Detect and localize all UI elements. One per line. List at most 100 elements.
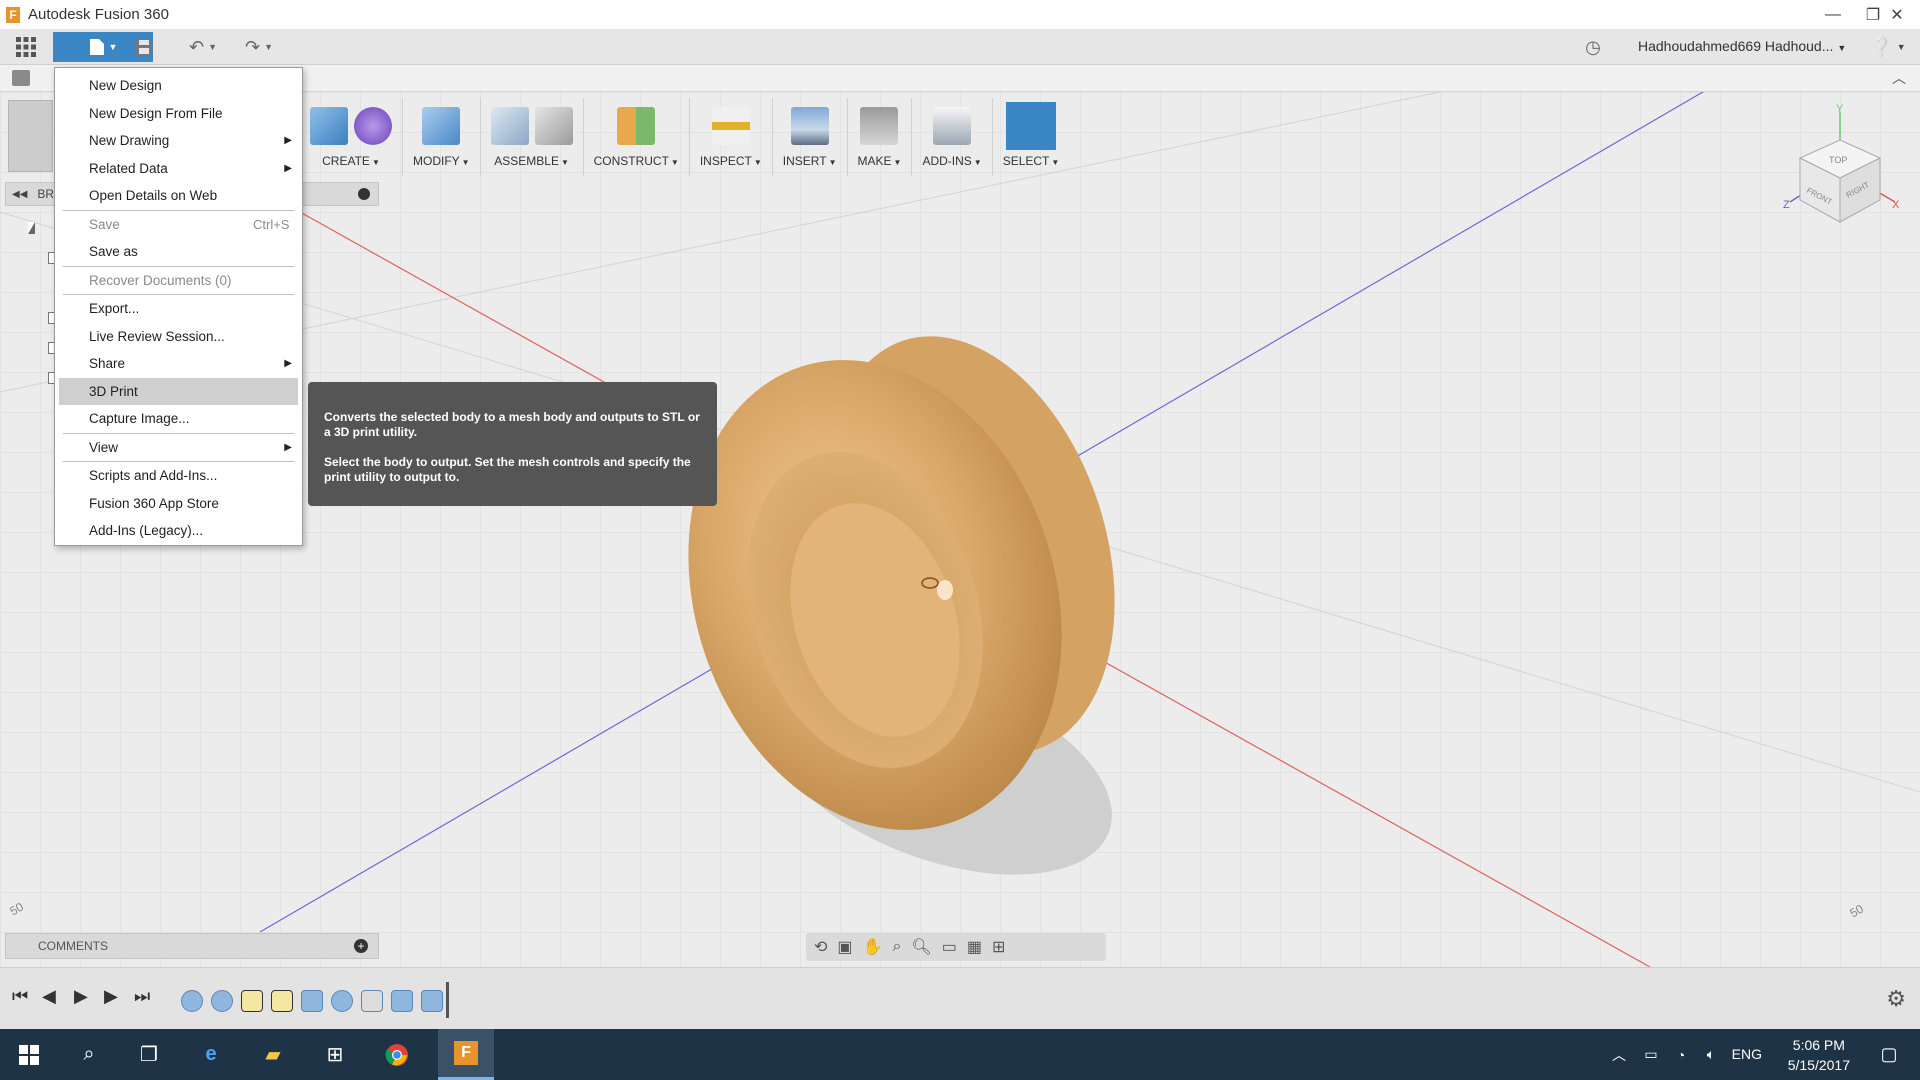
make-group[interactable]: MAKE ▼ — [848, 98, 913, 176]
save-icon[interactable] — [130, 32, 158, 62]
menu-item-recover-documents[interactable]: Recover Documents (0) — [59, 267, 298, 295]
form-icon[interactable] — [354, 107, 392, 145]
search-icon[interactable]: ⌕ — [64, 1029, 114, 1080]
undo-icon[interactable]: ↶ ▼ — [180, 32, 226, 62]
windows-start-icon[interactable] — [0, 1029, 58, 1080]
file-explorer-icon[interactable]: ▰ — [248, 1029, 298, 1080]
step-back-icon[interactable]: ◀ — [42, 986, 56, 1007]
job-status-clock-icon[interactable]: ◷ — [1578, 32, 1608, 62]
action-center-icon[interactable]: ▢ — [1864, 1029, 1914, 1080]
viewports-icon[interactable]: ⊞ — [992, 937, 1005, 957]
user-account-menu[interactable]: Hadhoudahmed669 Hadhoud... ▼ — [1638, 38, 1846, 54]
attached-canvas-icon[interactable] — [790, 107, 829, 145]
menu-item-related-data[interactable]: Related Data ▶ — [59, 155, 298, 183]
timeline-feature-icon[interactable] — [331, 990, 353, 1012]
fit-icon[interactable]: 🔍︎ — [911, 937, 931, 957]
task-view-icon[interactable]: ❐ — [124, 1029, 174, 1080]
inspect-group[interactable]: INSPECT ▼ — [690, 98, 773, 176]
timeline-feature-icon[interactable] — [211, 990, 233, 1012]
navigation-panel-stub[interactable] — [8, 100, 53, 172]
battery-icon[interactable]: ▭ — [1636, 1029, 1666, 1080]
menu-item-new-design-from-file[interactable]: New Design From File — [59, 100, 298, 128]
construct-group[interactable]: CONSTRUCT ▼ — [584, 98, 690, 176]
wifi-icon[interactable]: ◔ — [1666, 1029, 1696, 1080]
timeline-marker[interactable] — [446, 982, 449, 1018]
help-icon[interactable]: ❔ ▼ — [1868, 32, 1908, 62]
modify-group[interactable]: MODIFY ▼ — [403, 98, 481, 176]
menu-item-new-drawing[interactable]: New Drawing ▶ — [59, 127, 298, 155]
scripts-addins-icon[interactable] — [933, 107, 972, 145]
wooden-ring-body[interactable] — [640, 300, 1160, 940]
display-settings-icon[interactable]: ▭ — [942, 937, 957, 957]
volume-icon[interactable]: 🔈︎ — [1696, 1029, 1726, 1080]
measure-icon[interactable] — [711, 107, 750, 145]
menu-item-view[interactable]: View ▶ — [59, 434, 298, 462]
add-ins-group[interactable]: ADD-INS ▼ — [912, 98, 993, 176]
timeline-move-icon[interactable] — [361, 990, 383, 1012]
menu-item-new-design[interactable]: New Design — [59, 72, 298, 100]
go-to-start-icon[interactable]: ⏮ — [12, 986, 28, 1007]
joint-icon[interactable] — [534, 107, 573, 145]
viewcube-top-label: TOP — [1829, 155, 1847, 165]
timeline-feature-icon[interactable] — [391, 990, 413, 1012]
play-icon[interactable]: ▶ — [74, 986, 88, 1007]
menu-item-scripts-and-add-ins[interactable]: Scripts and Add-Ins... — [59, 462, 298, 490]
create-group[interactable]: CREATE ▼ — [300, 98, 403, 176]
comments-panel-header[interactable]: COMMENTS + — [5, 933, 379, 959]
menu-item-share[interactable]: Share ▶ — [59, 350, 298, 378]
tooltip-description: Converts the selected body to a mesh bod… — [324, 410, 700, 439]
user-name: Hadhoudahmed669 Hadhoud... — [1638, 38, 1834, 54]
menu-item-capture-image[interactable]: Capture Image... — [59, 405, 298, 433]
extrude-icon[interactable] — [310, 107, 348, 145]
grid-settings-icon[interactable]: ▦ — [967, 937, 982, 957]
input-language[interactable]: ENG — [1732, 1046, 1762, 1062]
axis-y-label: Y — [1836, 103, 1844, 115]
zoom-icon[interactable]: ⌕ — [892, 938, 901, 956]
fusion-360-taskbar-icon[interactable]: F — [438, 1029, 494, 1080]
app-grid-icon[interactable] — [10, 32, 42, 62]
system-clock[interactable]: 5:06 PM 5/15/2017 — [1788, 1035, 1850, 1075]
windows-store-icon[interactable]: ⊞ — [310, 1029, 360, 1080]
offset-plane-icon[interactable] — [617, 107, 656, 145]
go-to-end-icon[interactable]: ⏭ — [134, 986, 150, 1007]
step-forward-icon[interactable]: ▶ — [104, 986, 118, 1007]
timeline-feature-icon[interactable] — [301, 990, 323, 1012]
select-group[interactable]: SELECT ▼ — [993, 98, 1070, 176]
menu-item-live-review-session[interactable]: Live Review Session... — [59, 323, 298, 351]
menu-item-save-as[interactable]: Save as — [59, 238, 298, 266]
close-button[interactable]: ✕ — [1874, 0, 1920, 29]
show-hidden-icons-icon[interactable]: ︿ — [1604, 1029, 1634, 1080]
menu-item-add-ins-legacy[interactable]: Add-Ins (Legacy)... — [59, 517, 298, 545]
menu-item-3d-print[interactable]: 3D Print — [59, 377, 298, 405]
timeline-feature-icon[interactable] — [181, 990, 203, 1012]
edge-browser-icon[interactable]: e — [186, 1029, 236, 1080]
orbit-icon[interactable]: ⟲ — [814, 937, 827, 957]
collapse-arrows-icon[interactable]: ◀◀ — [12, 189, 27, 200]
timeline-sketch-icon[interactable] — [271, 990, 293, 1012]
data-panel-icon[interactable] — [12, 70, 30, 86]
insert-group[interactable]: INSERT ▼ — [773, 98, 848, 176]
timeline-feature-icon[interactable] — [421, 990, 443, 1012]
3d-print-icon[interactable] — [860, 107, 899, 145]
menu-item-save[interactable]: Save Ctrl+S — [59, 211, 298, 239]
view-cube[interactable]: TOP FRONT RIGHT Y X Z — [1780, 100, 1900, 230]
redo-icon[interactable]: ↷ ▼ — [236, 32, 282, 62]
axis-z-label: Z — [1783, 199, 1790, 211]
browser-collapse-icon[interactable] — [358, 188, 370, 200]
timeline-sketch-icon[interactable] — [241, 990, 263, 1012]
tree-expand-icon[interactable] — [28, 222, 35, 234]
pan-icon[interactable]: ✋ — [863, 937, 883, 957]
select-icon[interactable] — [1006, 102, 1056, 150]
menu-item-fusion-360-app-store[interactable]: Fusion 360 App Store — [59, 490, 298, 518]
file-menu-dropdown: New Design New Design From File New Draw… — [54, 67, 303, 546]
new-component-icon[interactable] — [490, 107, 529, 145]
menu-item-export[interactable]: Export... — [59, 295, 298, 323]
look-at-icon[interactable]: ▣ — [837, 937, 852, 957]
press-pull-icon[interactable] — [422, 107, 461, 145]
menu-item-open-details-on-web[interactable]: Open Details on Web — [59, 182, 298, 210]
timeline-settings-gear-icon[interactable]: ⚙ — [1886, 986, 1906, 1012]
assemble-group[interactable]: ASSEMBLE ▼ — [481, 98, 584, 176]
collapse-chevron-icon[interactable]: ︿ — [1892, 68, 1906, 88]
chrome-icon[interactable] — [372, 1029, 422, 1080]
add-comment-icon[interactable]: + — [354, 939, 368, 953]
